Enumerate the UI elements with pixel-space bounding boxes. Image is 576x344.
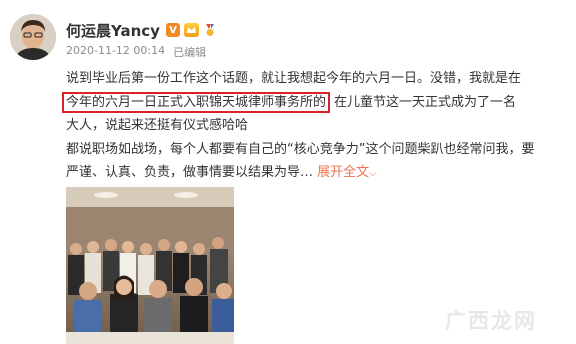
post-line-5: 严谨、认真、负责，做事情要以结果为导… 展开全文⌵ bbox=[66, 161, 571, 185]
edited-label[interactable]: 已编辑 bbox=[173, 44, 206, 60]
expand-full-text-link[interactable]: 展开全文 bbox=[317, 165, 369, 180]
post-line-3: 大人，说起来还挺有仪式感哈哈 bbox=[66, 118, 249, 133]
medal-badge-icon[interactable] bbox=[203, 23, 218, 37]
post-image[interactable] bbox=[66, 187, 234, 344]
post-line-4: 都说职场如战场，每个人都要有自己的“核心竞争力”这个问题柴趴也经常问我，要 bbox=[66, 141, 535, 157]
post-line-2-rest: 在儿童节这一天正式成为了一名 bbox=[334, 94, 517, 110]
post-time[interactable]: 2020-11-12 00:14 bbox=[66, 44, 165, 60]
highlighted-text: 今年的六月一日正式入职锦天城律师事务所的 bbox=[62, 91, 331, 113]
post-line-2: 今年的六月一日正式入职锦天城律师事务所的 在儿童节这一天正式成为了一名 bbox=[62, 91, 571, 115]
member-badge-icon[interactable] bbox=[183, 23, 199, 37]
post-meta: 2020-11-12 00:14 已编辑 bbox=[66, 44, 206, 60]
author-name[interactable]: 何运晨Yancy bbox=[66, 20, 160, 41]
post-line-1: 说到毕业后第一份工作这个话题，就让我想起今年的六月一日。没错，我就是在 bbox=[66, 71, 522, 86]
post-text: 说到毕业后第一份工作这个话题，就让我想起今年的六月一日。没错，我就是在 今年的六… bbox=[62, 67, 571, 185]
author-row: 何运晨Yancy V bbox=[66, 20, 218, 40]
ellipsis: … bbox=[300, 165, 314, 180]
verified-badge-icon[interactable]: V bbox=[165, 23, 180, 37]
chevron-down-icon[interactable]: ⌵ bbox=[369, 168, 377, 179]
watermark-text: 广西龙网 bbox=[445, 309, 537, 333]
post-line-5-text: 严谨、认真、负责，做事情要以结果为导 bbox=[66, 165, 301, 180]
avatar[interactable] bbox=[10, 14, 56, 60]
